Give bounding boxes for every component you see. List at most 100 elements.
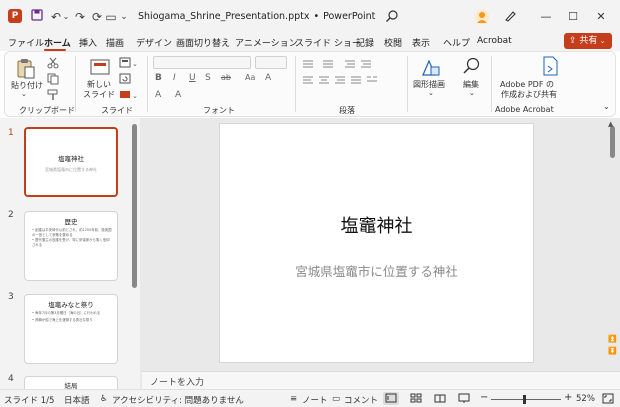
- thumb-bullet: • 毎年7月の第3月曜日（海の日）に行われる: [32, 311, 101, 315]
- fit-to-window-button[interactable]: [600, 392, 616, 405]
- strikethrough-button[interactable]: ab: [221, 73, 231, 82]
- reset-slide-icon[interactable]: [119, 73, 137, 85]
- scroll-up-page-icon[interactable]: ⏫: [608, 335, 617, 343]
- undo-button[interactable]: ↶: [50, 8, 62, 26]
- zoom-slider-handle[interactable]: [523, 395, 526, 404]
- normal-view-button[interactable]: [383, 392, 399, 405]
- pen-icon[interactable]: [503, 9, 517, 23]
- avatar[interactable]: [474, 8, 490, 26]
- share-icon: ⇪: [569, 36, 580, 46]
- scroll-down-page-icon[interactable]: ⏬: [608, 347, 617, 355]
- font-size-select[interactable]: [255, 56, 287, 69]
- zoom-slider[interactable]: [491, 399, 561, 400]
- paste-button[interactable]: 貼り付け: [11, 80, 43, 91]
- comments-toggle[interactable]: コメント: [344, 394, 378, 406]
- language-indicator[interactable]: 日本語: [64, 394, 90, 406]
- close-button[interactable]: ✕: [591, 8, 611, 26]
- notes-toggle[interactable]: ノート: [302, 394, 328, 406]
- tab-file[interactable]: ファイル: [8, 36, 44, 49]
- slide-number: 4: [8, 374, 14, 384]
- tab-acrobat[interactable]: Acrobat: [477, 36, 512, 46]
- change-case-button[interactable]: Aa: [245, 73, 255, 82]
- thumb-title: 歴史: [64, 218, 78, 226]
- tab-view[interactable]: 表示: [412, 36, 430, 49]
- slide-canvas[interactable]: 塩竈神社 宮城県塩竈市に位置する神社: [219, 123, 534, 363]
- font-color-button[interactable]: A: [155, 90, 161, 100]
- group-separator: [75, 56, 76, 112]
- accessibility-status[interactable]: アクセシビリティ: 問題ありません: [112, 394, 244, 406]
- redo-button[interactable]: ↷: [74, 8, 86, 26]
- save-icon[interactable]: [30, 8, 44, 26]
- underline-button[interactable]: U: [189, 73, 196, 83]
- tab-draw[interactable]: 描画: [106, 36, 124, 49]
- format-painter-icon[interactable]: [47, 89, 59, 101]
- new-slide-label[interactable]: スライド: [83, 89, 115, 100]
- slideshow-view-button[interactable]: [456, 392, 472, 405]
- thumbnails-scrollbar[interactable]: [132, 124, 137, 288]
- collapse-ribbon-icon[interactable]: ⌄: [603, 102, 610, 111]
- shapes-icon[interactable]: [420, 56, 442, 78]
- accessibility-icon[interactable]: ♿: [100, 394, 108, 404]
- highlight-button[interactable]: A: [175, 90, 181, 100]
- tab-record[interactable]: 記録: [356, 36, 374, 49]
- slide-title[interactable]: 塩竈神社: [220, 212, 533, 238]
- minimize-button[interactable]: —: [536, 8, 556, 26]
- clear-format-button[interactable]: A: [265, 73, 271, 83]
- tab-animations[interactable]: アニメーション: [235, 36, 298, 49]
- paragraph-controls[interactable]: [301, 57, 401, 101]
- group-label-adobe: Adobe Acrobat: [495, 105, 554, 114]
- slide-thumbnail-3[interactable]: 塩竈みなと祭り • 毎年7月の第3月曜日（海の日）に行われる • 神輿が船で海上…: [24, 294, 118, 364]
- slide-sorter-view-button[interactable]: [408, 392, 424, 405]
- group-label-slides: スライド: [101, 106, 133, 115]
- italic-button[interactable]: I: [173, 73, 176, 83]
- thumb-bullet: • 歴代藩主の庇護を受け、特に伊達家から篤く信仰される: [32, 238, 110, 247]
- maximize-button[interactable]: ☐: [563, 8, 583, 26]
- paste-dropdown-icon[interactable]: ⌄: [21, 90, 27, 98]
- shadow-button[interactable]: S: [205, 73, 211, 83]
- zoom-in-button[interactable]: +: [564, 392, 572, 403]
- search-icon[interactable]: [385, 9, 401, 25]
- adobe-pdf-label[interactable]: 作成および共有: [499, 89, 559, 100]
- share-button[interactable]: ⇪ 共有 ⌄: [564, 33, 612, 49]
- font-family-select[interactable]: [153, 56, 251, 69]
- zoom-level[interactable]: 52%: [576, 394, 595, 404]
- adobe-pdf-icon[interactable]: [541, 56, 559, 76]
- tab-design[interactable]: デザイン: [136, 36, 172, 49]
- editor-scrollbar[interactable]: [610, 126, 615, 158]
- new-slide-icon[interactable]: [88, 57, 112, 77]
- edit-dropdown-icon[interactable]: ⌄: [469, 89, 475, 97]
- tab-insert[interactable]: 挿入: [79, 36, 97, 49]
- slide-thumbnails-pane: 1 塩竈神社 宮城県塩竈市に位置する神社 2 歴史 • 創建は平安時代以前とされ…: [0, 118, 140, 389]
- notes-icon[interactable]: ≡: [290, 394, 297, 404]
- undo-dropdown-icon[interactable]: ⌄: [62, 8, 70, 26]
- find-icon[interactable]: [462, 56, 482, 76]
- tab-home[interactable]: ホーム: [44, 36, 71, 49]
- tab-review[interactable]: 校閲: [384, 36, 402, 49]
- bold-button[interactable]: B: [155, 73, 162, 83]
- notes-pane[interactable]: ノートを入力: [142, 371, 620, 389]
- comments-icon[interactable]: ▭: [332, 394, 340, 404]
- scroll-up-icon[interactable]: ▲: [608, 120, 613, 128]
- shapes-dropdown-icon[interactable]: ⌄: [428, 89, 434, 97]
- copy-icon[interactable]: [47, 73, 59, 85]
- slide-thumbnail-2[interactable]: 歴史 • 創建は平安時代以前とされ、約1200年前、陸奥国の一宮として崇敬を集め…: [24, 211, 118, 281]
- tab-help[interactable]: ヘルプ: [443, 36, 470, 49]
- paste-icon[interactable]: [15, 57, 37, 79]
- tab-transitions[interactable]: 画面切り替え: [176, 36, 230, 49]
- slide-thumbnail-4[interactable]: 結局: [24, 376, 118, 389]
- refresh-button[interactable]: ⟳: [90, 8, 104, 26]
- layout-icon[interactable]: ⌄: [119, 57, 138, 69]
- tab-slideshow[interactable]: スライド ショー: [295, 36, 361, 49]
- slide-thumbnail-1[interactable]: 塩竈神社 宮城県塩竈市に位置する神社: [24, 127, 118, 197]
- customize-toolbar-icon[interactable]: ⌄: [119, 8, 129, 26]
- section-icon[interactable]: ⌄: [119, 89, 138, 101]
- cut-icon[interactable]: [47, 57, 59, 69]
- slide-subtitle[interactable]: 宮城県塩竈市に位置する神社: [220, 261, 533, 280]
- group-label-clipboard: クリップボード: [19, 106, 75, 115]
- zoom-out-button[interactable]: −: [480, 392, 488, 403]
- svg-text:⌄: ⌄: [132, 60, 137, 68]
- start-slideshow-button[interactable]: ▭: [104, 8, 118, 26]
- title-bar: P ↶ ⌄ ↷ ⟳ ▭ ⌄ Shiogama_Shrine_Presentati…: [0, 0, 620, 34]
- reading-view-button[interactable]: [432, 392, 448, 405]
- slide-number: 2: [8, 210, 14, 220]
